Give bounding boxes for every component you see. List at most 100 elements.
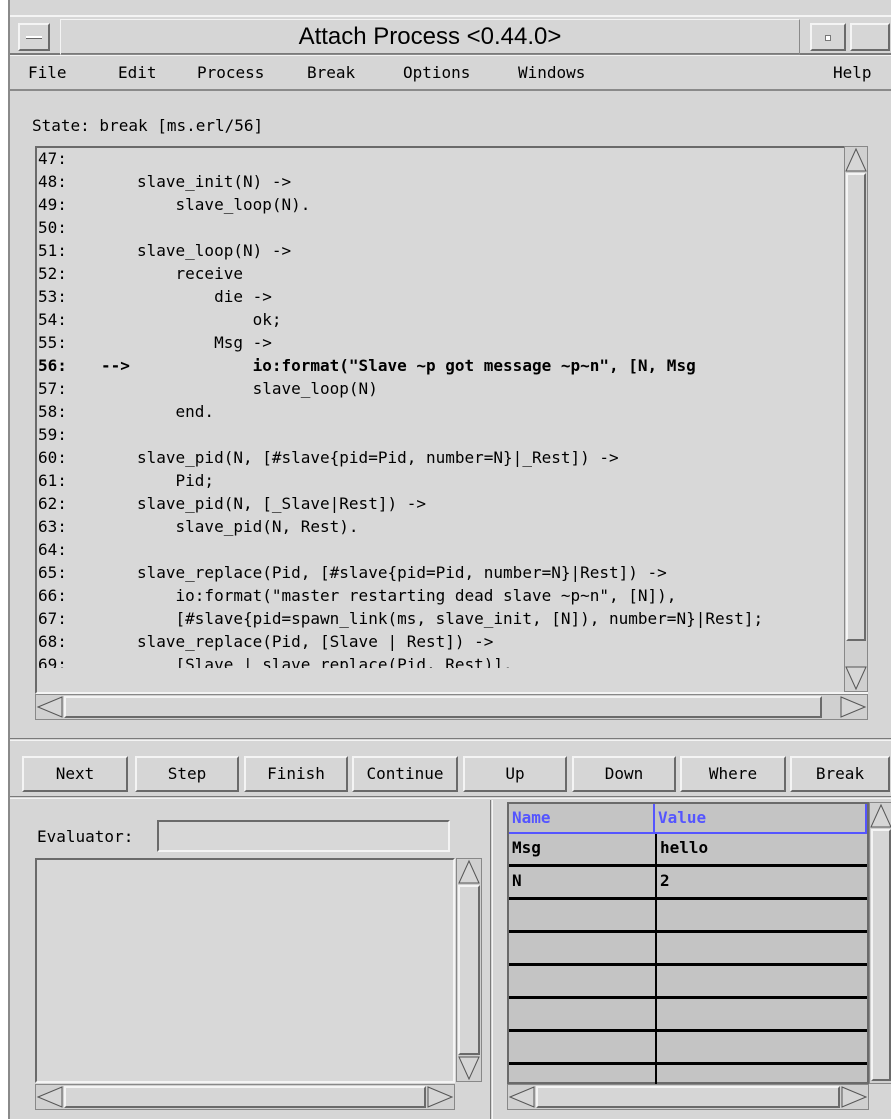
line-number: 57:	[38, 379, 67, 398]
evaluator-label: Evaluator:	[37, 827, 134, 846]
line-number: 67:	[38, 609, 67, 628]
bindings-vertical-scrollbar[interactable]	[869, 802, 891, 1084]
line-number: 49:	[38, 195, 67, 214]
scroll-right-arrow-icon	[427, 1086, 454, 1108]
line-number: 54:	[38, 310, 67, 329]
code-line[interactable]: 57: slave_loop(N)	[37, 378, 837, 400]
column-header-name[interactable]: Name	[509, 804, 655, 834]
code-horizontal-scroll-thumb[interactable]	[64, 696, 822, 718]
code-text: Msg ->	[137, 333, 272, 352]
code-line[interactable]: 50:	[37, 217, 837, 239]
code-line[interactable]: 65: slave_replace(Pid, [#slave{pid=Pid, n…	[37, 562, 837, 584]
bindings-horizontal-scrollbar[interactable]	[507, 1084, 869, 1110]
scroll-left-arrow-icon	[508, 1086, 535, 1108]
source-code-view[interactable]: 47: 48: slave_init(N) -> 49: slave_loop(N).…	[35, 146, 868, 694]
code-line[interactable]: 52: receive	[37, 263, 837, 285]
code-line[interactable]: 58: end.	[37, 401, 837, 423]
code-line[interactable]: 68: slave_replace(Pid, [Slave | Rest]) ->	[37, 631, 837, 653]
code-text: receive	[137, 264, 243, 283]
empty-table-row[interactable]	[509, 933, 867, 966]
menu-file[interactable]: File	[28, 62, 67, 84]
code-vertical-scrollbar[interactable]	[844, 146, 868, 692]
code-line[interactable]: 60: slave_pid(N, [#slave{pid=Pid, number=…	[37, 447, 837, 469]
menu-windows[interactable]: Windows	[518, 62, 585, 84]
break-button[interactable]: Break	[790, 756, 890, 792]
attach-process-window: Attach Process <0.44.0> File Edit Proces…	[8, 0, 891, 1119]
empty-table-row[interactable]	[509, 966, 867, 999]
code-line[interactable]: 66: io:format("master restarting dead sl…	[37, 585, 837, 607]
bindings-vertical-scroll-thumb[interactable]	[871, 829, 891, 1081]
minimize-icon	[825, 35, 831, 41]
code-text: slave_replace(Pid, [#slave{pid=Pid, numb…	[137, 563, 667, 582]
line-number: 65:	[38, 563, 67, 582]
code-line[interactable]: 55: Msg ->	[37, 332, 837, 354]
pane-divider[interactable]	[10, 738, 891, 741]
code-line[interactable]: 63: slave_pid(N, Rest).	[37, 516, 837, 538]
empty-table-row[interactable]	[509, 1065, 867, 1084]
down-button[interactable]: Down	[572, 756, 676, 792]
binding-name: Msg	[512, 838, 541, 857]
bindings-table[interactable]: Name Value Msg hello N 2	[507, 802, 869, 1084]
evaluator-vertical-scrollbar[interactable]	[456, 858, 482, 1082]
continue-button[interactable]: Continue	[352, 756, 458, 792]
next-button[interactable]: Next	[22, 756, 128, 792]
menu-process[interactable]: Process	[197, 62, 264, 84]
menu-break[interactable]: Break	[307, 62, 355, 84]
code-text: ok;	[137, 310, 282, 329]
menu-options[interactable]: Options	[403, 62, 470, 84]
code-line[interactable]: 54: ok;	[37, 309, 837, 331]
code-line[interactable]: 59:	[37, 424, 837, 446]
code-text: [Slave | slave_replace(Pid, Rest)].	[137, 655, 513, 668]
menu-help[interactable]: Help	[833, 62, 872, 84]
table-row[interactable]: Msg hello	[509, 834, 867, 867]
title-bar[interactable]: Attach Process <0.44.0>	[10, 15, 891, 55]
maximize-button[interactable]	[850, 23, 890, 51]
code-line[interactable]: 47:	[37, 148, 837, 170]
evaluator-horizontal-scrollbar[interactable]	[35, 1084, 455, 1110]
line-number: 59:	[38, 425, 67, 444]
code-line[interactable]: 61: Pid;	[37, 470, 837, 492]
empty-table-row[interactable]	[509, 1032, 867, 1065]
bindings-horizontal-scroll-thumb[interactable]	[536, 1086, 840, 1108]
code-line[interactable]: 69: [Slave | slave_replace(Pid, Rest)].	[37, 654, 837, 668]
step-button[interactable]: Step	[135, 756, 239, 792]
evaluator-vertical-scroll-thumb[interactable]	[458, 885, 480, 1055]
line-number: 63:	[38, 517, 67, 536]
line-number: 50:	[38, 218, 67, 237]
code-line[interactable]: 51: slave_loop(N) ->	[37, 240, 837, 262]
scroll-right-arrow-icon	[841, 1086, 868, 1108]
code-text: io:format("master restarting dead slave …	[137, 586, 677, 605]
up-button[interactable]: Up	[463, 756, 567, 792]
code-line[interactable]: 53: die ->	[37, 286, 837, 308]
line-number: 58:	[38, 402, 67, 421]
code-line[interactable]: 56: --> io:format("Slave ~p got message ~…	[37, 355, 837, 377]
code-text: end.	[137, 402, 215, 421]
code-vertical-scroll-thumb[interactable]	[846, 173, 866, 641]
evaluator-horizontal-scroll-thumb[interactable]	[64, 1086, 426, 1108]
line-number: 47:	[38, 149, 67, 168]
line-number: 62:	[38, 494, 67, 513]
minimize-button[interactable]	[810, 23, 846, 51]
code-line[interactable]: 48: slave_init(N) ->	[37, 171, 837, 193]
where-button[interactable]: Where	[680, 756, 786, 792]
empty-table-row[interactable]	[509, 900, 867, 933]
code-text: slave_loop(N)	[137, 379, 378, 398]
empty-table-row[interactable]	[509, 999, 867, 1032]
code-text: [#slave{pid=spawn_link(ms, slave_init, […	[137, 609, 764, 628]
evaluator-input[interactable]	[157, 820, 450, 852]
code-horizontal-scrollbar[interactable]	[35, 694, 868, 720]
window-menu-button[interactable]	[18, 23, 50, 51]
code-line[interactable]: 49: slave_loop(N).	[37, 194, 837, 216]
column-header-value[interactable]: Value	[655, 804, 867, 834]
menu-edit[interactable]: Edit	[118, 62, 157, 84]
evaluator-output-area[interactable]	[35, 858, 455, 1083]
current-line-marker: -->	[101, 356, 130, 375]
table-row[interactable]: N 2	[509, 867, 867, 900]
scroll-left-arrow-icon	[36, 1086, 63, 1108]
code-line[interactable]: 62: slave_pid(N, [_Slave|Rest]) ->	[37, 493, 837, 515]
code-text: slave_loop(N) ->	[137, 241, 292, 260]
finish-button[interactable]: Finish	[244, 756, 348, 792]
code-line[interactable]: 64:	[37, 539, 837, 561]
vertical-pane-divider[interactable]	[490, 800, 493, 1119]
code-line[interactable]: 67: [#slave{pid=spawn_link(ms, slave_ini…	[37, 608, 837, 630]
